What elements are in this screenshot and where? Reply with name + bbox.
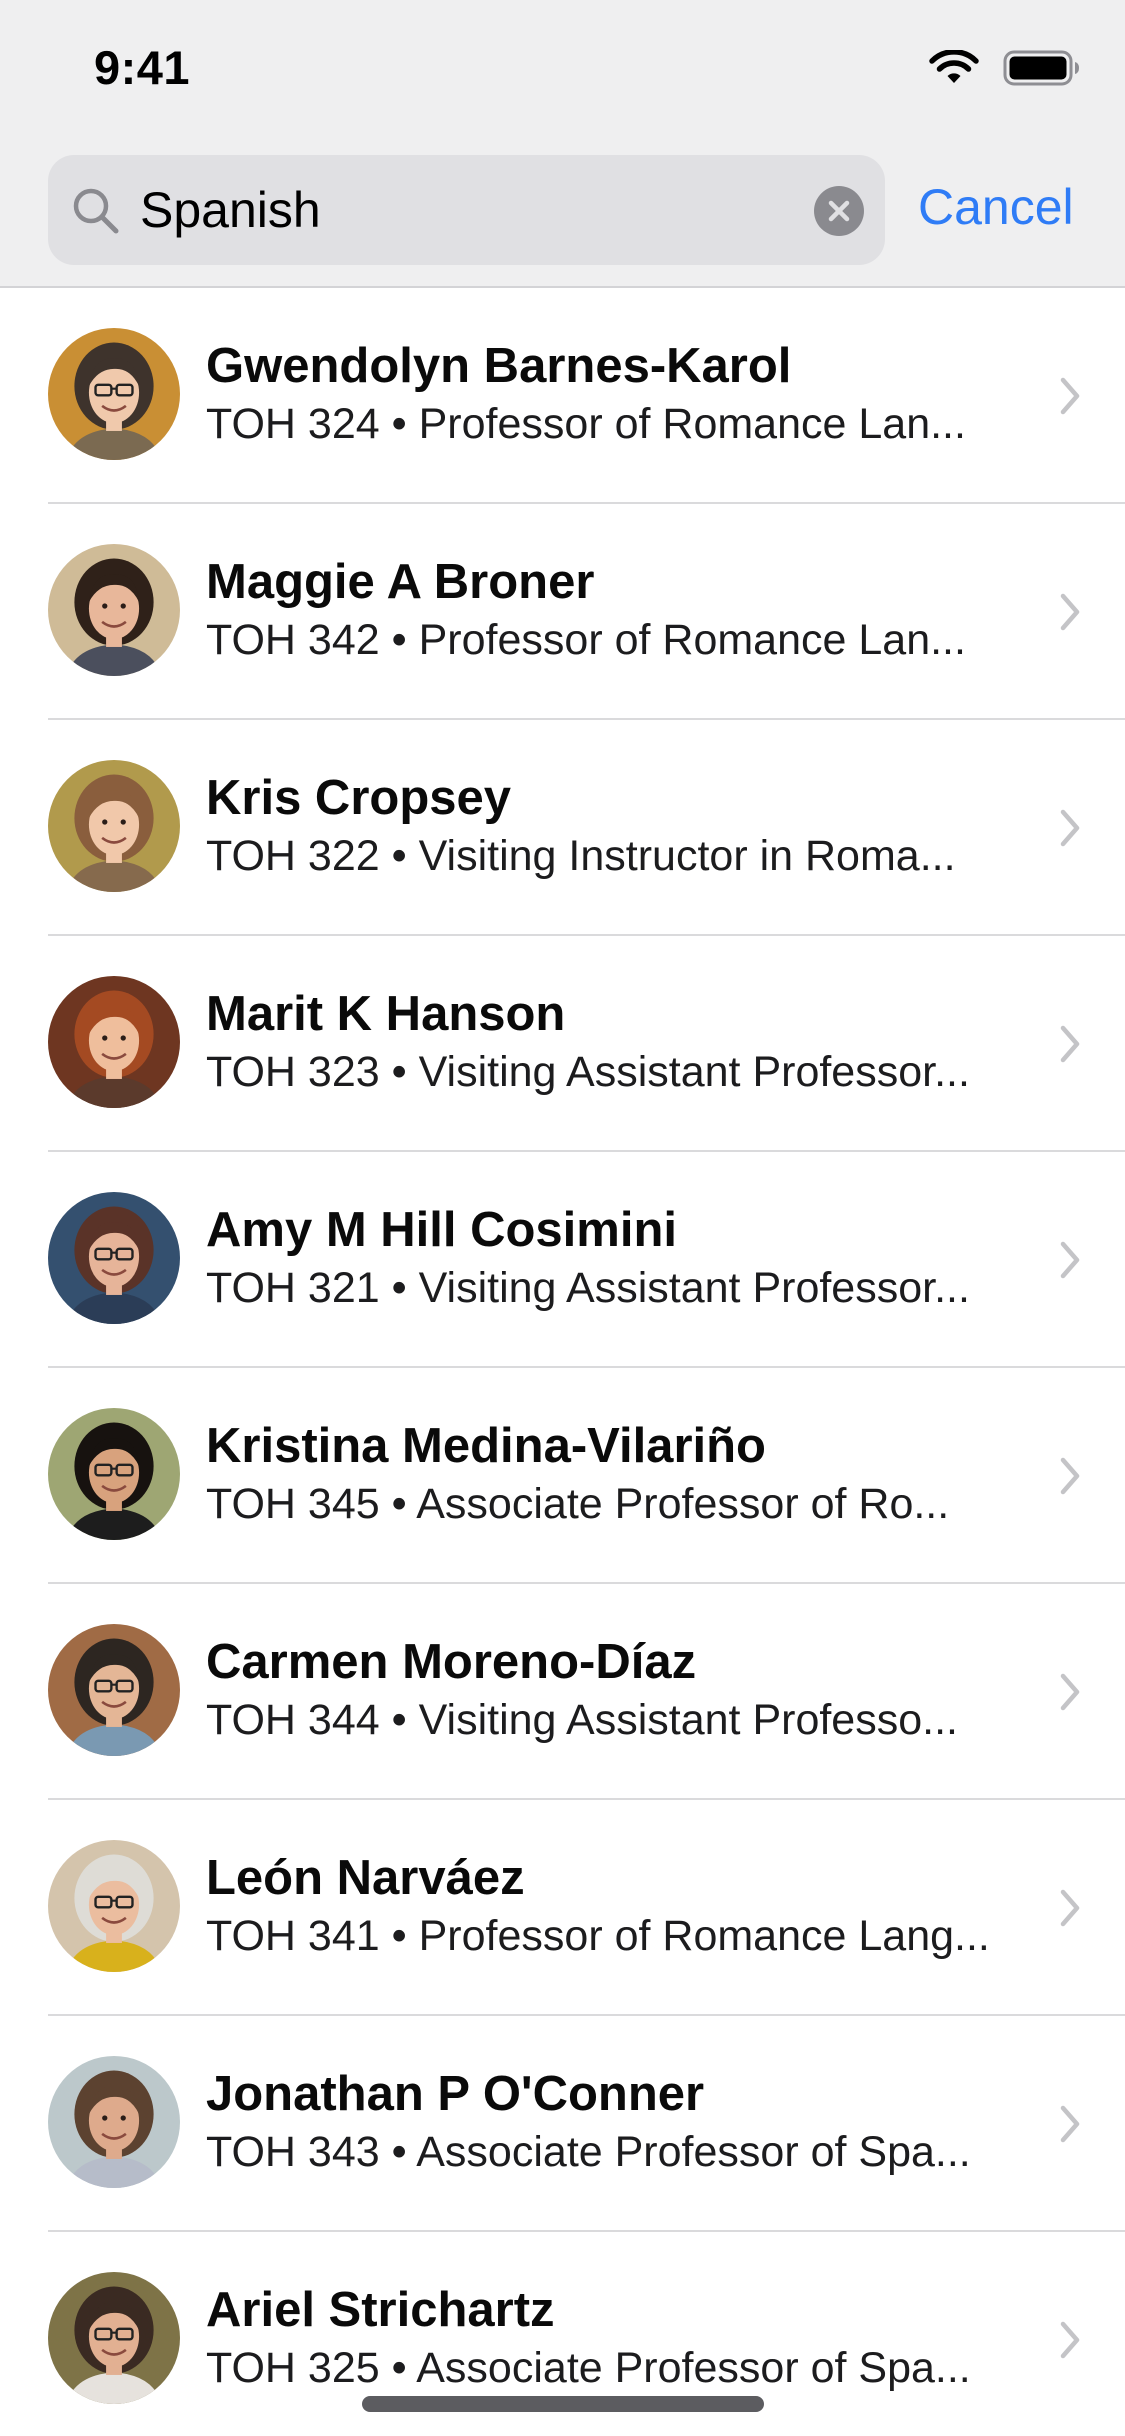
avatar [48, 976, 180, 1108]
wifi-icon [929, 50, 979, 83]
chevron-right-icon [1060, 2105, 1080, 2143]
chevron-right-icon [1060, 2321, 1080, 2359]
person-detail: TOH 321 • Visiting Assistant Professor..… [206, 1264, 970, 1312]
avatar [48, 2272, 180, 2404]
person-name: Amy M Hill Cosimini [206, 1203, 678, 1257]
avatar [48, 760, 180, 892]
chevron-right-icon [1060, 1241, 1080, 1279]
person-detail: TOH 323 • Visiting Assistant Professor..… [206, 1048, 970, 1096]
person-detail: TOH 344 • Visiting Assistant Professo... [206, 1696, 958, 1744]
avatar [48, 1624, 180, 1756]
chevron-right-icon [1060, 377, 1080, 415]
chevron-right-icon [1060, 1457, 1080, 1495]
avatar-photo [48, 1840, 180, 1972]
avatar-photo [48, 1408, 180, 1540]
list-item[interactable]: Kris Cropsey TOH 322 • Visiting Instructo… [0, 720, 1125, 936]
person-name: Jonathan P O'Conner [206, 2067, 705, 2121]
person-name: Ariel Strichartz [206, 2283, 555, 2337]
list-item[interactable]: León Narváez TOH 341 • Professor of Roman… [0, 1800, 1125, 2016]
avatar [48, 1408, 180, 1540]
home-indicator [362, 2396, 764, 2412]
avatar-photo [48, 2056, 180, 2188]
cancel-button[interactable]: Cancel [918, 178, 1074, 236]
list-item[interactable]: Carmen Moreno-Díaz TOH 344 • Visiting Ass… [0, 1584, 1125, 1800]
status-icons [929, 46, 1081, 90]
person-name: Kristina Medina-Vilariño [206, 1419, 766, 1473]
avatar [48, 2056, 180, 2188]
person-detail: TOH 343 • Associate Professor of Spa... [206, 2128, 971, 2176]
person-detail: TOH 345 • Associate Professor of Ro... [206, 1480, 950, 1528]
avatar-photo [48, 328, 180, 460]
person-detail: TOH 324 • Professor of Romance Lan... [206, 400, 966, 448]
list-item[interactable]: Maggie A Broner TOH 342 • Professor of Ro… [0, 504, 1125, 720]
avatar-photo [48, 760, 180, 892]
chevron-right-icon [1060, 593, 1080, 631]
person-detail: TOH 342 • Professor of Romance Lan... [206, 616, 966, 664]
status-time: 9:41 [94, 41, 191, 94]
person-name: León Narváez [206, 1851, 525, 1905]
avatar-photo [48, 544, 180, 676]
list-item[interactable]: Kristina Medina-Vilariño TOH 345 • Associ… [0, 1368, 1125, 1584]
avatar-photo [48, 1192, 180, 1324]
search-field[interactable]: Spanish [48, 155, 885, 265]
avatar-photo [48, 2272, 180, 2404]
search-icon [73, 188, 119, 234]
avatar-photo [48, 976, 180, 1108]
person-detail: TOH 341 • Professor of Romance Lang... [206, 1912, 990, 1960]
list-item[interactable]: Jonathan P O'Conner TOH 343 • Associate P… [0, 2016, 1125, 2232]
list-item[interactable]: Gwendolyn Barnes-Karol TOH 324 • Professo… [0, 288, 1125, 504]
chevron-right-icon [1060, 1025, 1080, 1063]
list-item[interactable]: Amy M Hill Cosimini TOH 321 • Visiting As… [0, 1152, 1125, 1368]
avatar [48, 1840, 180, 1972]
avatar [48, 1192, 180, 1324]
person-name: Carmen Moreno-Díaz [206, 1635, 697, 1689]
avatar-photo [48, 1624, 180, 1756]
avatar [48, 544, 180, 676]
chevron-right-icon [1060, 1889, 1080, 1927]
person-name: Kris Cropsey [206, 771, 512, 825]
person-name: Marit K Hanson [206, 987, 566, 1041]
person-detail: TOH 325 • Associate Professor of Spa... [206, 2344, 971, 2392]
list-item[interactable]: Marit K Hanson TOH 323 • Visiting Assista… [0, 936, 1125, 1152]
person-detail: TOH 322 • Visiting Instructor in Roma... [206, 832, 956, 880]
battery-icon [1003, 50, 1079, 86]
clear-icon[interactable] [813, 185, 865, 237]
person-name: Gwendolyn Barnes-Karol [206, 339, 792, 393]
chevron-right-icon [1060, 1673, 1080, 1711]
results-list: Gwendolyn Barnes-Karol TOH 324 • Professo… [0, 288, 1125, 2436]
screen: 9:41 Spanish Cancel Gwendolyn Barnes-Kar… [0, 0, 1125, 2436]
chevron-right-icon [1060, 809, 1080, 847]
search-header: 9:41 Spanish Cancel [0, 0, 1125, 288]
avatar [48, 328, 180, 460]
search-input[interactable]: Spanish [140, 181, 321, 239]
person-name: Maggie A Broner [206, 555, 595, 609]
